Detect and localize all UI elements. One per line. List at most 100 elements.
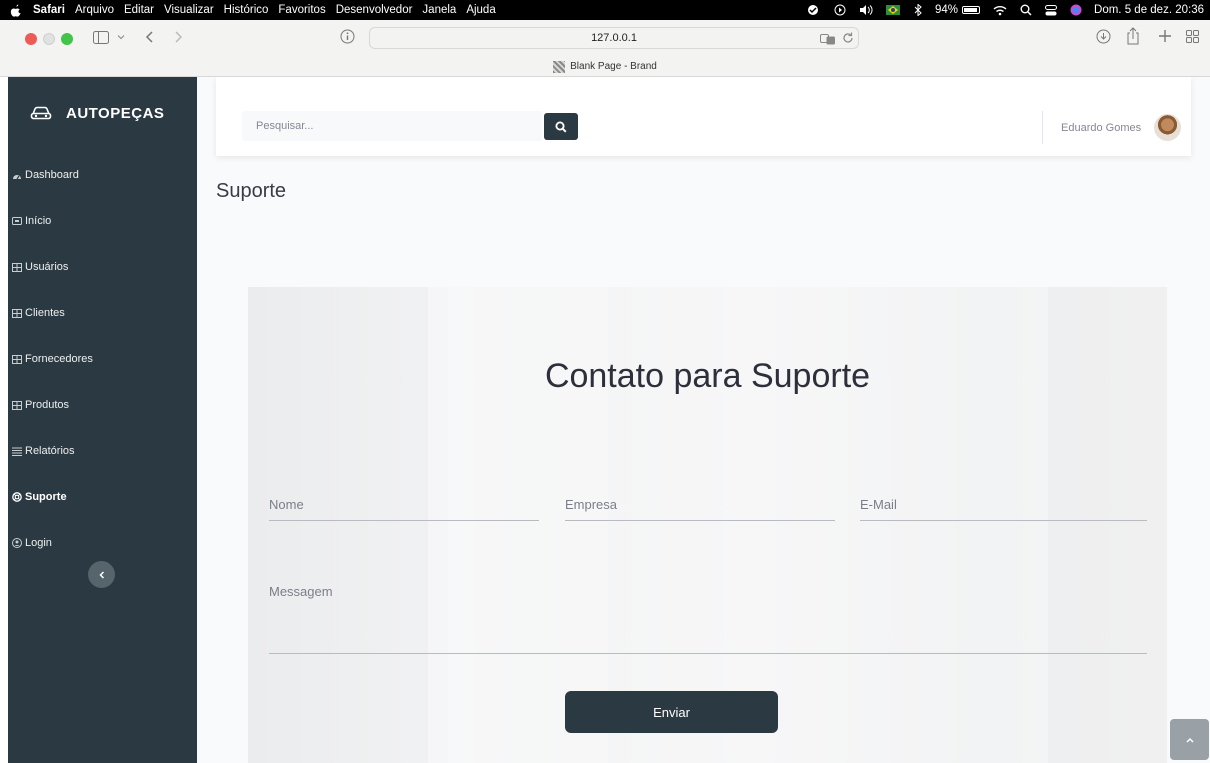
main-content: Pesquisar... Eduardo Gomes Suporte Conta… bbox=[197, 77, 1210, 763]
menu-desenvolvedor[interactable]: Desenvolvedor bbox=[336, 4, 413, 16]
name-placeholder: Nome bbox=[269, 497, 304, 512]
company-field[interactable]: Empresa bbox=[565, 497, 835, 521]
menu-editar[interactable]: Editar bbox=[124, 4, 154, 16]
reload-icon[interactable] bbox=[842, 32, 854, 44]
sidebar-item-dashboard[interactable]: Dashboard bbox=[8, 152, 197, 198]
table-icon bbox=[12, 354, 22, 364]
name-field[interactable]: Nome bbox=[269, 497, 539, 521]
vpn-icon[interactable] bbox=[805, 4, 821, 16]
sidebar-item-label: Produtos bbox=[25, 399, 70, 411]
lifebuoy-icon bbox=[12, 492, 22, 502]
tab-bar: Blank Page - Brand bbox=[0, 56, 1210, 77]
brand[interactable]: AUTOPEÇAS bbox=[8, 77, 197, 147]
topbar: Pesquisar... Eduardo Gomes bbox=[216, 77, 1191, 156]
contact-heading: Contato para Suporte bbox=[544, 357, 871, 395]
sidebar-item-label: Clientes bbox=[25, 307, 65, 319]
sidebar-item-clientes[interactable]: Clientes bbox=[8, 290, 197, 336]
menu-safari[interactable]: Safari bbox=[33, 4, 65, 16]
search-placeholder: Pesquisar... bbox=[256, 120, 314, 132]
tachometer-icon bbox=[12, 170, 22, 180]
minimize-window-button[interactable] bbox=[43, 33, 55, 45]
forward-icon[interactable] bbox=[173, 30, 183, 44]
sidebar-nav: Dashboard Início Usuários Clientes Forne… bbox=[8, 152, 197, 566]
list-icon bbox=[12, 446, 22, 456]
sidebar-item-label: Dashboard bbox=[25, 169, 79, 181]
menu-ajuda[interactable]: Ajuda bbox=[466, 4, 495, 16]
chevron-down-icon[interactable] bbox=[117, 33, 125, 41]
sidebar-item-label: Usuários bbox=[25, 261, 69, 273]
bluetooth-off-icon[interactable] bbox=[913, 4, 923, 16]
back-icon[interactable] bbox=[145, 30, 155, 44]
chevron-left-icon bbox=[98, 570, 105, 579]
sidebar-item-label: Relatórios bbox=[25, 445, 75, 457]
browser-toolbar: 127.0.0.1 Blank Page - Brand bbox=[0, 20, 1210, 77]
search-icon bbox=[555, 121, 567, 133]
volume-icon[interactable] bbox=[859, 4, 873, 16]
flag-icon[interactable] bbox=[886, 5, 900, 15]
sidebar-item-login[interactable]: Login bbox=[8, 520, 197, 566]
play-icon[interactable] bbox=[834, 4, 846, 16]
chevron-up-icon bbox=[1185, 737, 1194, 743]
sidebar-item-label: Fornecedores bbox=[25, 353, 93, 365]
table-icon bbox=[12, 262, 22, 272]
control-center-icon[interactable] bbox=[1045, 4, 1058, 16]
user-circle-icon bbox=[12, 538, 22, 548]
avatar[interactable] bbox=[1154, 114, 1181, 141]
sidebar-item-label: Login bbox=[25, 537, 52, 549]
menu-historico[interactable]: Histórico bbox=[224, 4, 269, 16]
translate-icon[interactable] bbox=[820, 33, 836, 45]
sidebar-item-produtos[interactable]: Produtos bbox=[8, 382, 197, 428]
siri-icon[interactable] bbox=[1070, 4, 1082, 16]
search-button[interactable] bbox=[544, 113, 578, 140]
share-icon[interactable] bbox=[1126, 27, 1140, 45]
info-icon[interactable] bbox=[340, 29, 355, 44]
sidebar-item-label: Início bbox=[25, 215, 52, 227]
menu-visualizar[interactable]: Visualizar bbox=[164, 4, 214, 16]
sidebar: AUTOPEÇAS Dashboard Início Usuários Clie… bbox=[8, 77, 197, 763]
sidebar-item-inicio[interactable]: Início bbox=[8, 198, 197, 244]
email-placeholder: E-Mail bbox=[860, 497, 897, 512]
battery-percent: 94% bbox=[935, 4, 959, 16]
address-bar[interactable]: 127.0.0.1 bbox=[369, 27, 859, 49]
apple-icon[interactable] bbox=[10, 4, 24, 17]
submit-label: Enviar bbox=[653, 704, 690, 720]
spotlight-icon[interactable] bbox=[1020, 4, 1032, 16]
brand-name: AUTOPEÇAS bbox=[66, 105, 165, 122]
clock[interactable]: Dom. 5 de dez. 20:36 bbox=[1094, 4, 1204, 16]
search-input[interactable]: Pesquisar... bbox=[242, 111, 542, 141]
company-placeholder: Empresa bbox=[565, 497, 618, 512]
user-name[interactable]: Eduardo Gomes bbox=[1061, 122, 1141, 134]
sidebar-item-suporte[interactable]: Suporte bbox=[8, 474, 197, 520]
sidebar-toggle-icon[interactable] bbox=[93, 31, 109, 44]
system-menubar: Safari Arquivo Editar Visualizar Históri… bbox=[0, 0, 1210, 20]
zoom-window-button[interactable] bbox=[61, 33, 73, 45]
sidebar-toggle-button[interactable] bbox=[88, 561, 115, 588]
menu-favoritos[interactable]: Favoritos bbox=[278, 4, 325, 16]
downloads-icon[interactable] bbox=[1096, 29, 1111, 44]
car-icon bbox=[30, 105, 52, 121]
message-field[interactable]: Messagem bbox=[269, 584, 1147, 654]
sidebar-item-label: Suporte bbox=[25, 491, 67, 503]
menu-janela[interactable]: Janela bbox=[422, 4, 456, 16]
scroll-to-top-button[interactable] bbox=[1170, 719, 1209, 760]
tab-overview-icon[interactable] bbox=[1186, 30, 1199, 43]
sidebar-item-fornecedores[interactable]: Fornecedores bbox=[8, 336, 197, 382]
close-window-button[interactable] bbox=[25, 33, 37, 45]
window-icon bbox=[12, 216, 22, 226]
email-field[interactable]: E-Mail bbox=[860, 497, 1147, 521]
url-text: 127.0.0.1 bbox=[591, 32, 637, 44]
battery-icon[interactable] bbox=[962, 6, 981, 14]
contact-card: Contato para Suporte Nome Empresa E-Mail… bbox=[248, 287, 1167, 763]
message-placeholder: Messagem bbox=[269, 584, 333, 599]
submit-button[interactable]: Enviar bbox=[565, 691, 778, 733]
sidebar-item-usuarios[interactable]: Usuários bbox=[8, 244, 197, 290]
wifi-icon[interactable] bbox=[993, 5, 1007, 16]
menu-arquivo[interactable]: Arquivo bbox=[75, 4, 114, 16]
new-tab-icon[interactable] bbox=[1158, 29, 1172, 43]
tab-title[interactable]: Blank Page - Brand bbox=[570, 61, 657, 72]
sidebar-item-relatorios[interactable]: Relatórios bbox=[8, 428, 197, 474]
page-title: Suporte bbox=[216, 180, 287, 202]
table-icon bbox=[12, 400, 22, 410]
table-icon bbox=[12, 308, 22, 318]
topbar-divider bbox=[1042, 111, 1043, 144]
